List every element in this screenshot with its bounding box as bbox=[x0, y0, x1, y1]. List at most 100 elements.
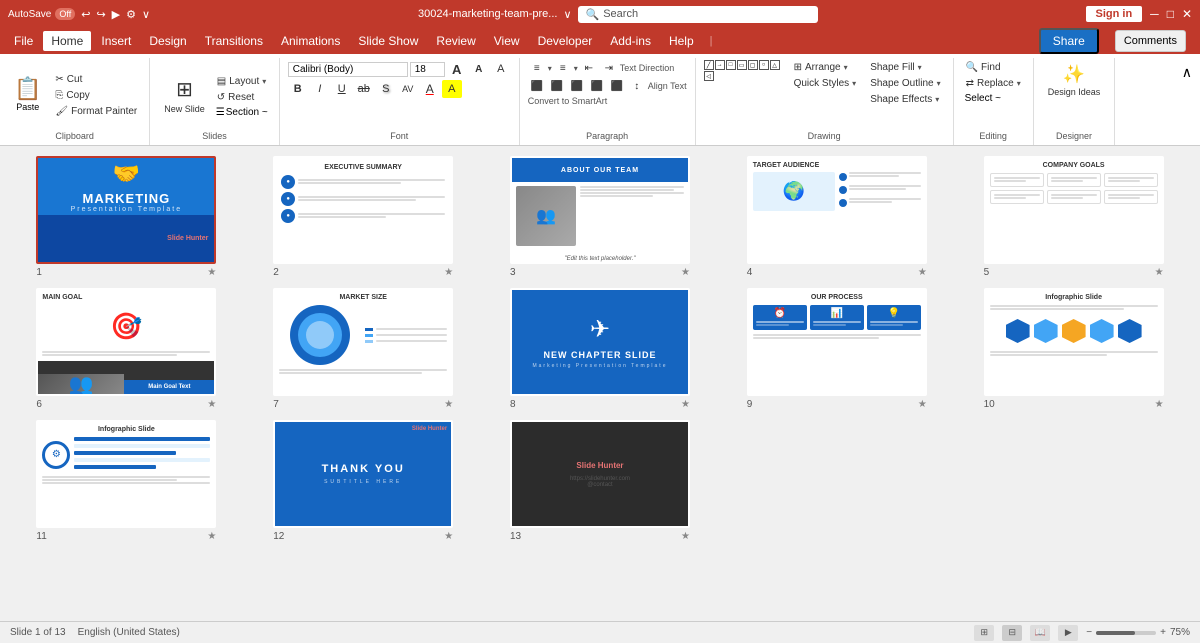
menu-slideshow[interactable]: Slide Show bbox=[350, 31, 426, 51]
slide-item-7[interactable]: MARKET SIZE bbox=[253, 288, 474, 410]
zoom-out-button[interactable]: − bbox=[1086, 627, 1092, 638]
slide-thumb-8[interactable]: ✈ NEW CHAPTER SLIDE Marketing Presentati… bbox=[510, 288, 690, 396]
comments-button[interactable]: Comments bbox=[1115, 30, 1186, 52]
slide-item-13[interactable]: Slide Hunter https://slidehunter.com @co… bbox=[490, 420, 711, 542]
section-button[interactable]: ☰ Section ~ bbox=[213, 106, 271, 119]
slide-item-6[interactable]: MAIN GOAL 🎯 👥 Main Goal Text bbox=[16, 288, 237, 410]
search-bar[interactable]: 🔍 Search bbox=[578, 6, 818, 23]
convert-smartart-button[interactable]: Convert to SmartArt bbox=[528, 96, 608, 106]
menu-transitions[interactable]: Transitions bbox=[197, 31, 271, 51]
shape-rounded[interactable]: ▢ bbox=[748, 60, 758, 70]
dropdown-icon[interactable]: ∨ bbox=[563, 8, 571, 21]
shape-fill-button[interactable]: Shape Fill ▾ bbox=[866, 60, 944, 75]
layout-button[interactable]: ▤ Layout ▾ bbox=[213, 74, 271, 89]
customize-icon[interactable]: ⚙ bbox=[126, 8, 136, 21]
slide-thumb-1[interactable]: 🤝 MARKETING Presentation Template Slide … bbox=[36, 156, 216, 264]
presentation-view-button[interactable]: ▶ bbox=[1058, 625, 1078, 641]
bullets-dropdown[interactable]: ▾ bbox=[548, 64, 552, 73]
reading-view-button[interactable]: 📖 bbox=[1030, 625, 1050, 641]
new-slide-button[interactable]: ⊞ New Slide bbox=[158, 73, 211, 118]
normal-view-button[interactable]: ⊞ bbox=[974, 625, 994, 641]
increase-indent-button[interactable]: ⇥ bbox=[600, 60, 618, 76]
slide-thumb-11[interactable]: Infographic Slide ⚙ bbox=[36, 420, 216, 528]
slide-thumb-9[interactable]: OUR PROCESS ⏰ 📊 bbox=[747, 288, 927, 396]
slide-item-4[interactable]: TARGET AUDIENCE 🌍 bbox=[726, 156, 947, 278]
more-icon[interactable]: ∨ bbox=[142, 8, 150, 21]
justify-button[interactable]: ⬛ bbox=[588, 78, 606, 94]
reset-button[interactable]: ↺ Reset bbox=[213, 90, 271, 105]
slide-item-1[interactable]: 🤝 MARKETING Presentation Template Slide … bbox=[16, 156, 237, 278]
menu-review[interactable]: Review bbox=[428, 31, 483, 51]
shape-oval[interactable]: ○ bbox=[759, 60, 769, 70]
present-icon[interactable]: ▶ bbox=[112, 8, 120, 21]
menu-file[interactable]: File bbox=[6, 31, 41, 51]
close-icon[interactable]: ✕ bbox=[1182, 7, 1192, 21]
redo-icon[interactable]: ↪ bbox=[96, 8, 105, 21]
slide-thumb-13[interactable]: Slide Hunter https://slidehunter.com @co… bbox=[510, 420, 690, 528]
align-center-button[interactable]: ⬛ bbox=[548, 78, 566, 94]
align-right-button[interactable]: ⬛ bbox=[568, 78, 586, 94]
cut-button[interactable]: ✂ Cut bbox=[51, 72, 141, 87]
char-spacing-button[interactable]: AV bbox=[398, 80, 418, 98]
slide-thumb-6[interactable]: MAIN GOAL 🎯 👥 Main Goal Text bbox=[36, 288, 216, 396]
font-color-button[interactable]: A bbox=[420, 80, 440, 98]
slide-item-5[interactable]: COMPANY GOALS 5 ★ bbox=[963, 156, 1184, 278]
design-ideas-button[interactable]: ✨ Design Ideas bbox=[1042, 60, 1107, 101]
shadow-button[interactable]: S bbox=[376, 80, 396, 98]
menu-help[interactable]: Help bbox=[661, 31, 702, 51]
slide-thumb-4[interactable]: TARGET AUDIENCE 🌍 bbox=[747, 156, 927, 264]
shape-effects-button[interactable]: Shape Effects ▾ bbox=[866, 92, 944, 107]
menu-developer[interactable]: Developer bbox=[530, 31, 601, 51]
slide-item-9[interactable]: OUR PROCESS ⏰ 📊 bbox=[726, 288, 947, 410]
copy-button[interactable]: ⎘ Copy bbox=[51, 88, 141, 103]
decrease-indent-button[interactable]: ⇤ bbox=[580, 60, 598, 76]
clear-format-button[interactable]: A bbox=[491, 60, 511, 78]
restore-icon[interactable]: □ bbox=[1167, 7, 1174, 21]
col-button[interactable]: ⬛ bbox=[608, 78, 626, 94]
shapes-area[interactable]: ╱ → □ ▭ ▢ ○ △ ◁ bbox=[704, 60, 784, 81]
quick-styles-button[interactable]: Quick Styles ▾ bbox=[790, 76, 861, 91]
underline-button[interactable]: U bbox=[332, 80, 352, 98]
slide-item-12[interactable]: Slide Hunter THANK YOU SUBTITLE HERE 12 … bbox=[253, 420, 474, 542]
shape-rect2[interactable]: ▭ bbox=[737, 60, 747, 70]
text-direction-button[interactable]: Text Direction bbox=[620, 63, 675, 73]
highlight-button[interactable]: A bbox=[442, 80, 462, 98]
arrange-button[interactable]: ⊞ Arrange ▾ bbox=[790, 60, 861, 75]
minimize-icon[interactable]: ─ bbox=[1150, 7, 1159, 21]
line-spacing-button[interactable]: ↕ bbox=[628, 78, 646, 94]
slide-item-11[interactable]: Infographic Slide ⚙ bbox=[16, 420, 237, 542]
align-left-button[interactable]: ⬛ bbox=[528, 78, 546, 94]
menu-addins[interactable]: Add-ins bbox=[602, 31, 659, 51]
bullets-button[interactable]: ≡ bbox=[528, 60, 546, 76]
numbering-dropdown[interactable]: ▾ bbox=[574, 64, 578, 73]
align-text-button[interactable]: Align Text bbox=[648, 81, 687, 91]
replace-button[interactable]: ⇄ Replace ▾ bbox=[962, 76, 1025, 91]
slide-thumb-7[interactable]: MARKET SIZE bbox=[273, 288, 453, 396]
menu-insert[interactable]: Insert bbox=[93, 31, 139, 51]
shape-tri[interactable]: △ bbox=[770, 60, 780, 70]
increase-font-button[interactable]: A bbox=[447, 60, 467, 78]
format-painter-button[interactable]: 🖌 Format Painter bbox=[51, 104, 141, 119]
slide-thumb-2[interactable]: EXECUTIVE SUMMARY ● ● bbox=[273, 156, 453, 264]
shape-rect[interactable]: □ bbox=[726, 60, 736, 70]
undo-icon[interactable]: ↩ bbox=[81, 8, 90, 21]
font-size-input[interactable] bbox=[410, 62, 445, 77]
slide-thumb-5[interactable]: COMPANY GOALS bbox=[984, 156, 1164, 264]
slide-item-10[interactable]: Infographic Slide bbox=[963, 288, 1184, 410]
strikethrough-button[interactable]: ab bbox=[354, 80, 374, 98]
select-button[interactable]: Select ~ bbox=[962, 92, 1025, 105]
slide-item-2[interactable]: EXECUTIVE SUMMARY ● ● bbox=[253, 156, 474, 278]
slide-item-8[interactable]: ✈ NEW CHAPTER SLIDE Marketing Presentati… bbox=[490, 288, 711, 410]
shape-arrow[interactable]: → bbox=[715, 60, 725, 70]
italic-button[interactable]: I bbox=[310, 80, 330, 98]
shape-rtri[interactable]: ◁ bbox=[704, 71, 714, 81]
slide-sorter-button[interactable]: ⊟ bbox=[1002, 625, 1022, 641]
sign-in-button[interactable]: Sign in bbox=[1086, 6, 1143, 22]
share-button[interactable]: Share bbox=[1039, 28, 1099, 54]
collapse-ribbon-button[interactable]: ∧ bbox=[1178, 62, 1196, 83]
shape-outline-button[interactable]: Shape Outline ▾ bbox=[866, 76, 944, 91]
menu-design[interactable]: Design bbox=[141, 31, 194, 51]
zoom-in-button[interactable]: + bbox=[1160, 627, 1166, 638]
slide-item-3[interactable]: ABOUT OUR TEAM 👥 bbox=[490, 156, 711, 278]
bold-button[interactable]: B bbox=[288, 80, 308, 98]
